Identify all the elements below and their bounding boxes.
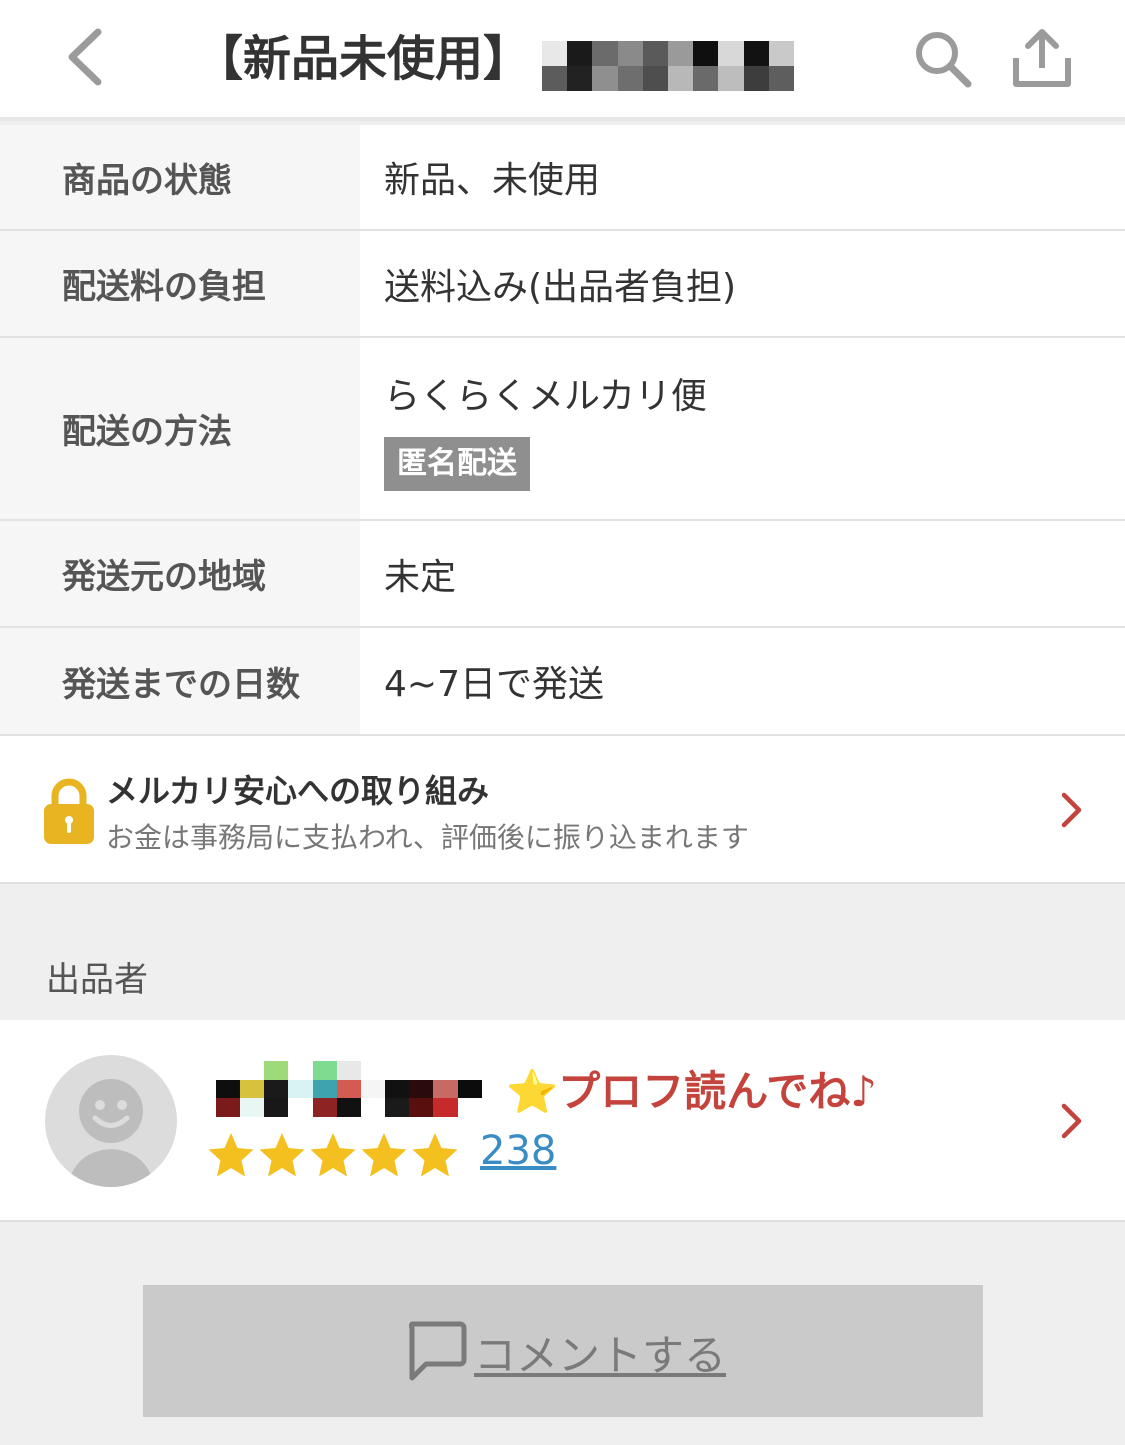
detail-value: 4~7日で発送 [384,664,604,705]
detail-label: 配送料の負担 [0,231,360,336]
avatar[interactable] [45,1055,177,1187]
star-emoji: ⭐ [506,1067,559,1116]
redacted-title-mosaic [542,41,794,91]
detail-label: 配送の方法 [0,338,360,519]
detail-row-shipping-fee: 配送料の負担 送料込み(出品者負担) [0,231,1125,338]
seller-rating-stars [206,1130,461,1180]
star-icon [361,1133,407,1177]
comment-button-label: コメントする [474,1331,727,1380]
comment-bubble-icon [408,1321,467,1381]
seller-section-label: 出品者 [46,960,148,1000]
item-details-table: 商品の状態 新品、未使用 配送料の負担 送料込み(出品者負担) 配送の方法 らく… [0,125,1125,736]
detail-row-condition: 商品の状態 新品、未使用 [0,125,1125,231]
safety-title: メルカリ安心への取り組み [106,772,490,810]
star-icon [259,1133,305,1177]
detail-row-shipping-method: 配送の方法 らくらくメルカリ便 匿名配送 [0,338,1125,521]
seller-tagline-text: プロフ読んでね♪ [558,1067,878,1116]
rating-count-link[interactable]: 238 [480,1128,556,1174]
star-icon [208,1133,254,1177]
detail-value: 未定 [384,556,457,598]
redacted-seller-name-mosaic [216,1061,506,1117]
detail-row-days-to-ship: 発送までの日数 4~7日で発送 [0,628,1125,736]
detail-value: 新品、未使用 [384,160,601,201]
chevron-right-icon[interactable] [1058,790,1086,830]
seller-tagline: ⭐プロフ読んでね♪ [506,1064,877,1120]
avatar-smiley-icon [67,1079,155,1187]
star-icon [310,1133,356,1177]
share-icon[interactable] [1010,24,1074,90]
star-icon [412,1133,458,1177]
anonymous-shipping-badge: 匿名配送 [384,436,530,491]
top-navigation-bar: 【新品未使用】 [0,0,1125,121]
back-chevron-icon[interactable] [58,24,118,90]
safety-subtitle: お金は事務局に支払われ、評価後に振り込まれます [106,821,749,854]
detail-value: らくらくメルカリ便 [384,375,707,417]
detail-label: 発送までの日数 [0,628,360,734]
chevron-right-icon[interactable] [1058,1101,1086,1141]
detail-value: 送料込み(出品者負担) [384,266,737,308]
detail-label: 発送元の地域 [0,521,360,626]
detail-row-ship-from: 発送元の地域 未定 [0,521,1125,628]
search-icon[interactable] [912,28,974,90]
detail-label: 商品の状態 [0,125,360,229]
lock-icon [44,778,94,844]
page-title: 【新品未使用】 [195,31,532,87]
